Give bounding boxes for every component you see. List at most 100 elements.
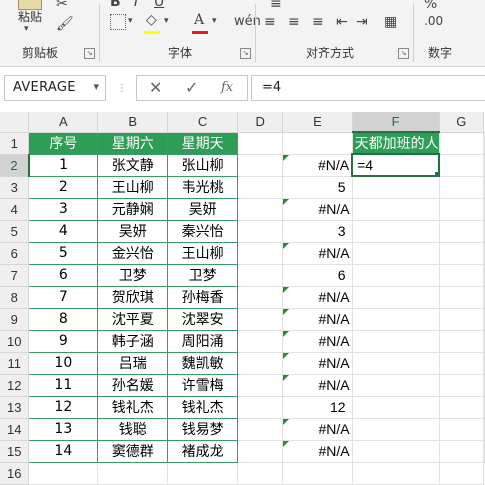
name-box[interactable]: AVERAGE ▾ <box>4 75 106 101</box>
border-dropdown-icon[interactable]: ▾ <box>128 16 133 26</box>
cell[interactable] <box>439 440 485 463</box>
cell[interactable] <box>237 220 284 243</box>
font-color-dropdown-icon[interactable]: ▾ <box>212 16 217 26</box>
column-header-f[interactable]: F <box>352 112 440 133</box>
cell[interactable] <box>352 242 440 265</box>
index-cell[interactable]: 6 <box>28 263 99 287</box>
column-header-e[interactable]: E <box>282 112 353 133</box>
cell[interactable] <box>483 220 485 243</box>
cell[interactable] <box>483 440 485 463</box>
cell[interactable] <box>237 440 284 463</box>
error-indicator-icon[interactable] <box>283 154 290 161</box>
align-left-icon[interactable]: ≡ <box>264 14 276 30</box>
saturday-name-cell[interactable]: 张文静 <box>97 153 169 177</box>
cell[interactable] <box>483 132 485 155</box>
index-cell[interactable]: 3 <box>28 197 99 221</box>
sunday-name-cell[interactable]: 韦光桃 <box>167 175 239 199</box>
row-header[interactable]: 9 <box>0 308 30 331</box>
sunday-name-cell[interactable]: 许雪梅 <box>167 373 239 397</box>
cell[interactable] <box>237 198 284 221</box>
active-cell[interactable]: =4 <box>351 153 441 177</box>
cell[interactable] <box>439 418 485 441</box>
percent-icon[interactable]: % <box>424 0 437 12</box>
cell[interactable] <box>237 286 284 309</box>
cell[interactable] <box>237 308 284 331</box>
column-header-d[interactable]: D <box>237 112 284 133</box>
align-top-icon[interactable]: ≡ <box>270 0 282 12</box>
column-header-a[interactable]: A <box>28 112 99 133</box>
saturday-name-cell[interactable]: 卫梦 <box>97 263 169 287</box>
error-indicator-icon[interactable] <box>283 286 290 293</box>
cell[interactable] <box>352 374 440 397</box>
row-header[interactable]: 2 <box>0 154 30 177</box>
row-header[interactable]: 5 <box>0 220 30 243</box>
saturday-name-cell[interactable]: 吕瑞 <box>97 351 169 375</box>
row-header[interactable]: 6 <box>0 242 30 265</box>
index-cell[interactable]: 14 <box>28 439 99 463</box>
cut-icon[interactable]: ✂ <box>56 0 68 12</box>
italic-icon[interactable]: I <box>134 0 138 10</box>
match-result-cell[interactable]: 3 <box>282 220 353 243</box>
cancel-icon[interactable]: ✕ <box>149 78 162 97</box>
decrease-indent-icon[interactable]: ⇤ <box>336 14 348 30</box>
name-box-dropdown-icon[interactable]: ▾ <box>93 80 99 93</box>
row-header[interactable]: 16 <box>0 462 30 485</box>
formula-bar-grip[interactable]: ⋮ <box>117 83 127 94</box>
underline-icon[interactable]: U <box>154 0 164 10</box>
index-cell[interactable]: 2 <box>28 175 99 199</box>
cell[interactable] <box>439 396 485 419</box>
cell[interactable] <box>352 198 440 221</box>
bold-icon[interactable]: B <box>110 0 121 10</box>
cell[interactable] <box>237 352 284 375</box>
error-indicator-icon[interactable] <box>283 330 290 337</box>
sunday-name-cell[interactable]: 王山柳 <box>167 241 239 265</box>
cell[interactable] <box>237 242 284 265</box>
sunday-name-cell[interactable]: 吴妍 <box>167 197 239 221</box>
index-cell[interactable]: 12 <box>28 395 99 419</box>
index-cell[interactable]: 7 <box>28 285 99 309</box>
match-result-cell[interactable]: #N/A <box>282 286 353 309</box>
cell[interactable] <box>352 462 440 485</box>
saturday-name-cell[interactable]: 韩子涵 <box>97 329 169 353</box>
index-cell[interactable]: 4 <box>28 219 99 243</box>
enter-icon[interactable]: ✓ <box>185 78 198 97</box>
error-indicator-icon[interactable] <box>283 242 290 249</box>
saturday-name-cell[interactable]: 孙名媛 <box>97 373 169 397</box>
saturday-name-cell[interactable]: 元静娴 <box>97 197 169 221</box>
saturday-name-cell[interactable]: 吴妍 <box>97 219 169 243</box>
cell[interactable] <box>237 396 284 419</box>
header-cell-both-days[interactable]: 天都加班的人 <box>352 132 440 155</box>
index-cell[interactable]: 10 <box>28 351 99 375</box>
border-icon[interactable] <box>110 14 126 30</box>
header-cell-saturday[interactable]: 星期六 <box>97 131 169 155</box>
cell[interactable] <box>439 220 485 243</box>
cell[interactable] <box>483 418 485 441</box>
fill-color-icon[interactable]: ◇ <box>146 12 157 28</box>
saturday-name-cell[interactable]: 窦德群 <box>97 439 169 463</box>
cell[interactable] <box>167 462 239 485</box>
cell[interactable] <box>439 374 485 397</box>
align-right-icon[interactable]: ≡ <box>312 14 324 30</box>
column-header-c[interactable]: C <box>167 112 239 133</box>
paste-button[interactable]: 粘贴 <box>18 8 42 25</box>
error-indicator-icon[interactable] <box>283 198 290 205</box>
saturday-name-cell[interactable]: 金兴怡 <box>97 241 169 265</box>
row-header[interactable]: 8 <box>0 286 30 309</box>
saturday-name-cell[interactable]: 沈平夏 <box>97 307 169 331</box>
font-launcher-icon[interactable]: ↘ <box>240 48 251 59</box>
cell[interactable] <box>28 462 99 485</box>
sunday-name-cell[interactable]: 孙梅香 <box>167 285 239 309</box>
cell[interactable] <box>483 242 485 265</box>
cell[interactable] <box>439 242 485 265</box>
header-cell-index[interactable]: 序号 <box>28 131 99 155</box>
phonetic-icon[interactable]: wén <box>234 14 261 29</box>
cell[interactable] <box>439 330 485 353</box>
saturday-name-cell[interactable]: 贺欣琪 <box>97 285 169 309</box>
sunday-name-cell[interactable]: 魏凯敏 <box>167 351 239 375</box>
row-header[interactable]: 7 <box>0 264 30 287</box>
row-header[interactable]: 10 <box>0 330 30 353</box>
header-cell-sunday[interactable]: 星期天 <box>167 131 239 155</box>
index-cell[interactable]: 11 <box>28 373 99 397</box>
cell[interactable] <box>237 374 284 397</box>
saturday-name-cell[interactable]: 王山柳 <box>97 175 169 199</box>
